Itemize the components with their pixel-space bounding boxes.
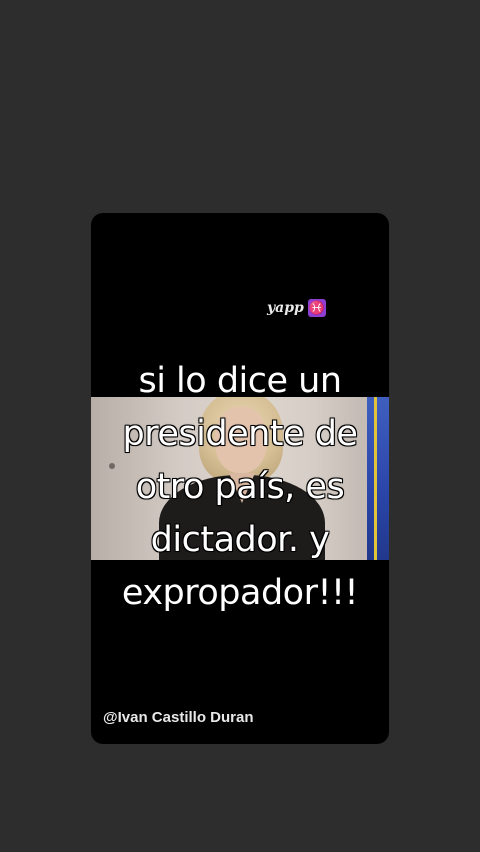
- caption-line: expropador!!!: [121, 572, 359, 613]
- screen: yapp ♓ si lo dice un presidente de otro …: [0, 0, 480, 852]
- watermark-text: yapp: [267, 300, 304, 316]
- video-caption: si lo dice un presidente de otro país, e…: [91, 355, 389, 620]
- author-handle[interactable]: @Ivan Castillo Duran: [103, 709, 254, 726]
- pisces-icon: ♓: [307, 299, 326, 317]
- caption-line: si lo dice un: [138, 360, 343, 401]
- caption-line: presidente de: [122, 413, 359, 454]
- video-player[interactable]: yapp ♓ si lo dice un presidente de otro …: [91, 213, 389, 744]
- app-watermark: yapp ♓: [267, 299, 326, 317]
- caption-line: otro país, es: [135, 466, 345, 507]
- caption-line: dictador. y: [150, 519, 330, 560]
